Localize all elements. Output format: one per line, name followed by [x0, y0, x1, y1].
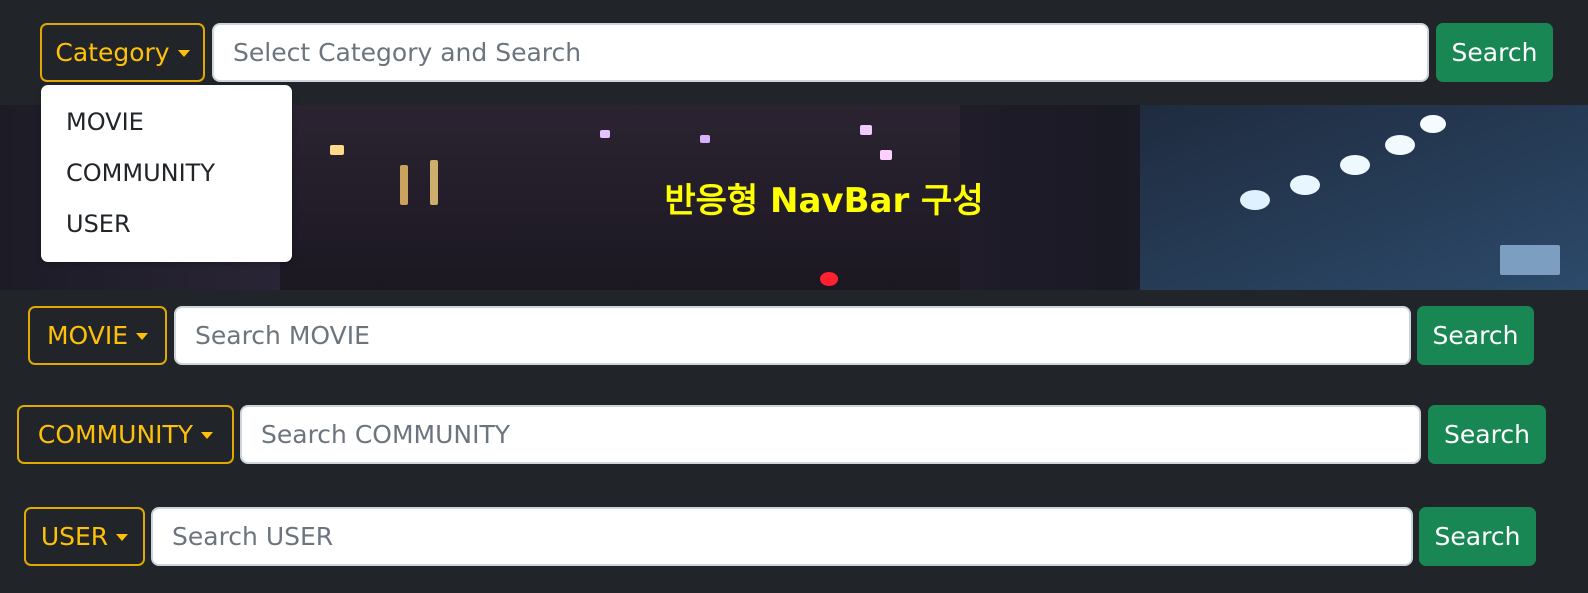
window-light [1420, 115, 1446, 133]
dropdown-item-movie[interactable]: MOVIE [41, 103, 292, 154]
user-dropdown-button[interactable]: USER [24, 507, 145, 566]
category-dropdown-button[interactable]: Category [40, 23, 205, 82]
window-light [1385, 135, 1415, 155]
caret-down-icon [177, 50, 190, 57]
community-button-label: COMMUNITY [37, 420, 194, 449]
community-search-button[interactable]: Search [1428, 405, 1546, 464]
category-dropdown-menu: MOVIE COMMUNITY USER [41, 85, 292, 262]
window-light [880, 150, 892, 160]
movie-dropdown-button[interactable]: MOVIE [28, 306, 167, 365]
search-button[interactable]: Search [1436, 23, 1553, 82]
dropdown-item-community[interactable]: COMMUNITY [41, 154, 292, 205]
dropdown-item-user[interactable]: USER [41, 205, 292, 256]
window-light [1340, 155, 1370, 175]
movie-button-label: MOVIE [46, 321, 129, 350]
search-input[interactable] [212, 23, 1429, 82]
user-search-button[interactable]: Search [1419, 507, 1536, 566]
caret-down-icon [136, 333, 149, 340]
window-light [600, 130, 610, 138]
caret-down-icon [116, 534, 129, 541]
category-button-label: Category [55, 38, 170, 67]
user-search-input[interactable] [151, 507, 1413, 566]
community-search-input[interactable] [240, 405, 1421, 464]
window-light [330, 145, 344, 155]
window-light [700, 135, 710, 143]
movie-search-button[interactable]: Search [1417, 306, 1534, 365]
community-dropdown-button[interactable]: COMMUNITY [17, 405, 234, 464]
movie-search-input[interactable] [174, 306, 1411, 365]
caret-down-icon [201, 432, 214, 439]
window-light [1500, 245, 1560, 275]
window-light [860, 125, 872, 135]
user-button-label: USER [40, 522, 109, 551]
window-light [820, 272, 838, 286]
